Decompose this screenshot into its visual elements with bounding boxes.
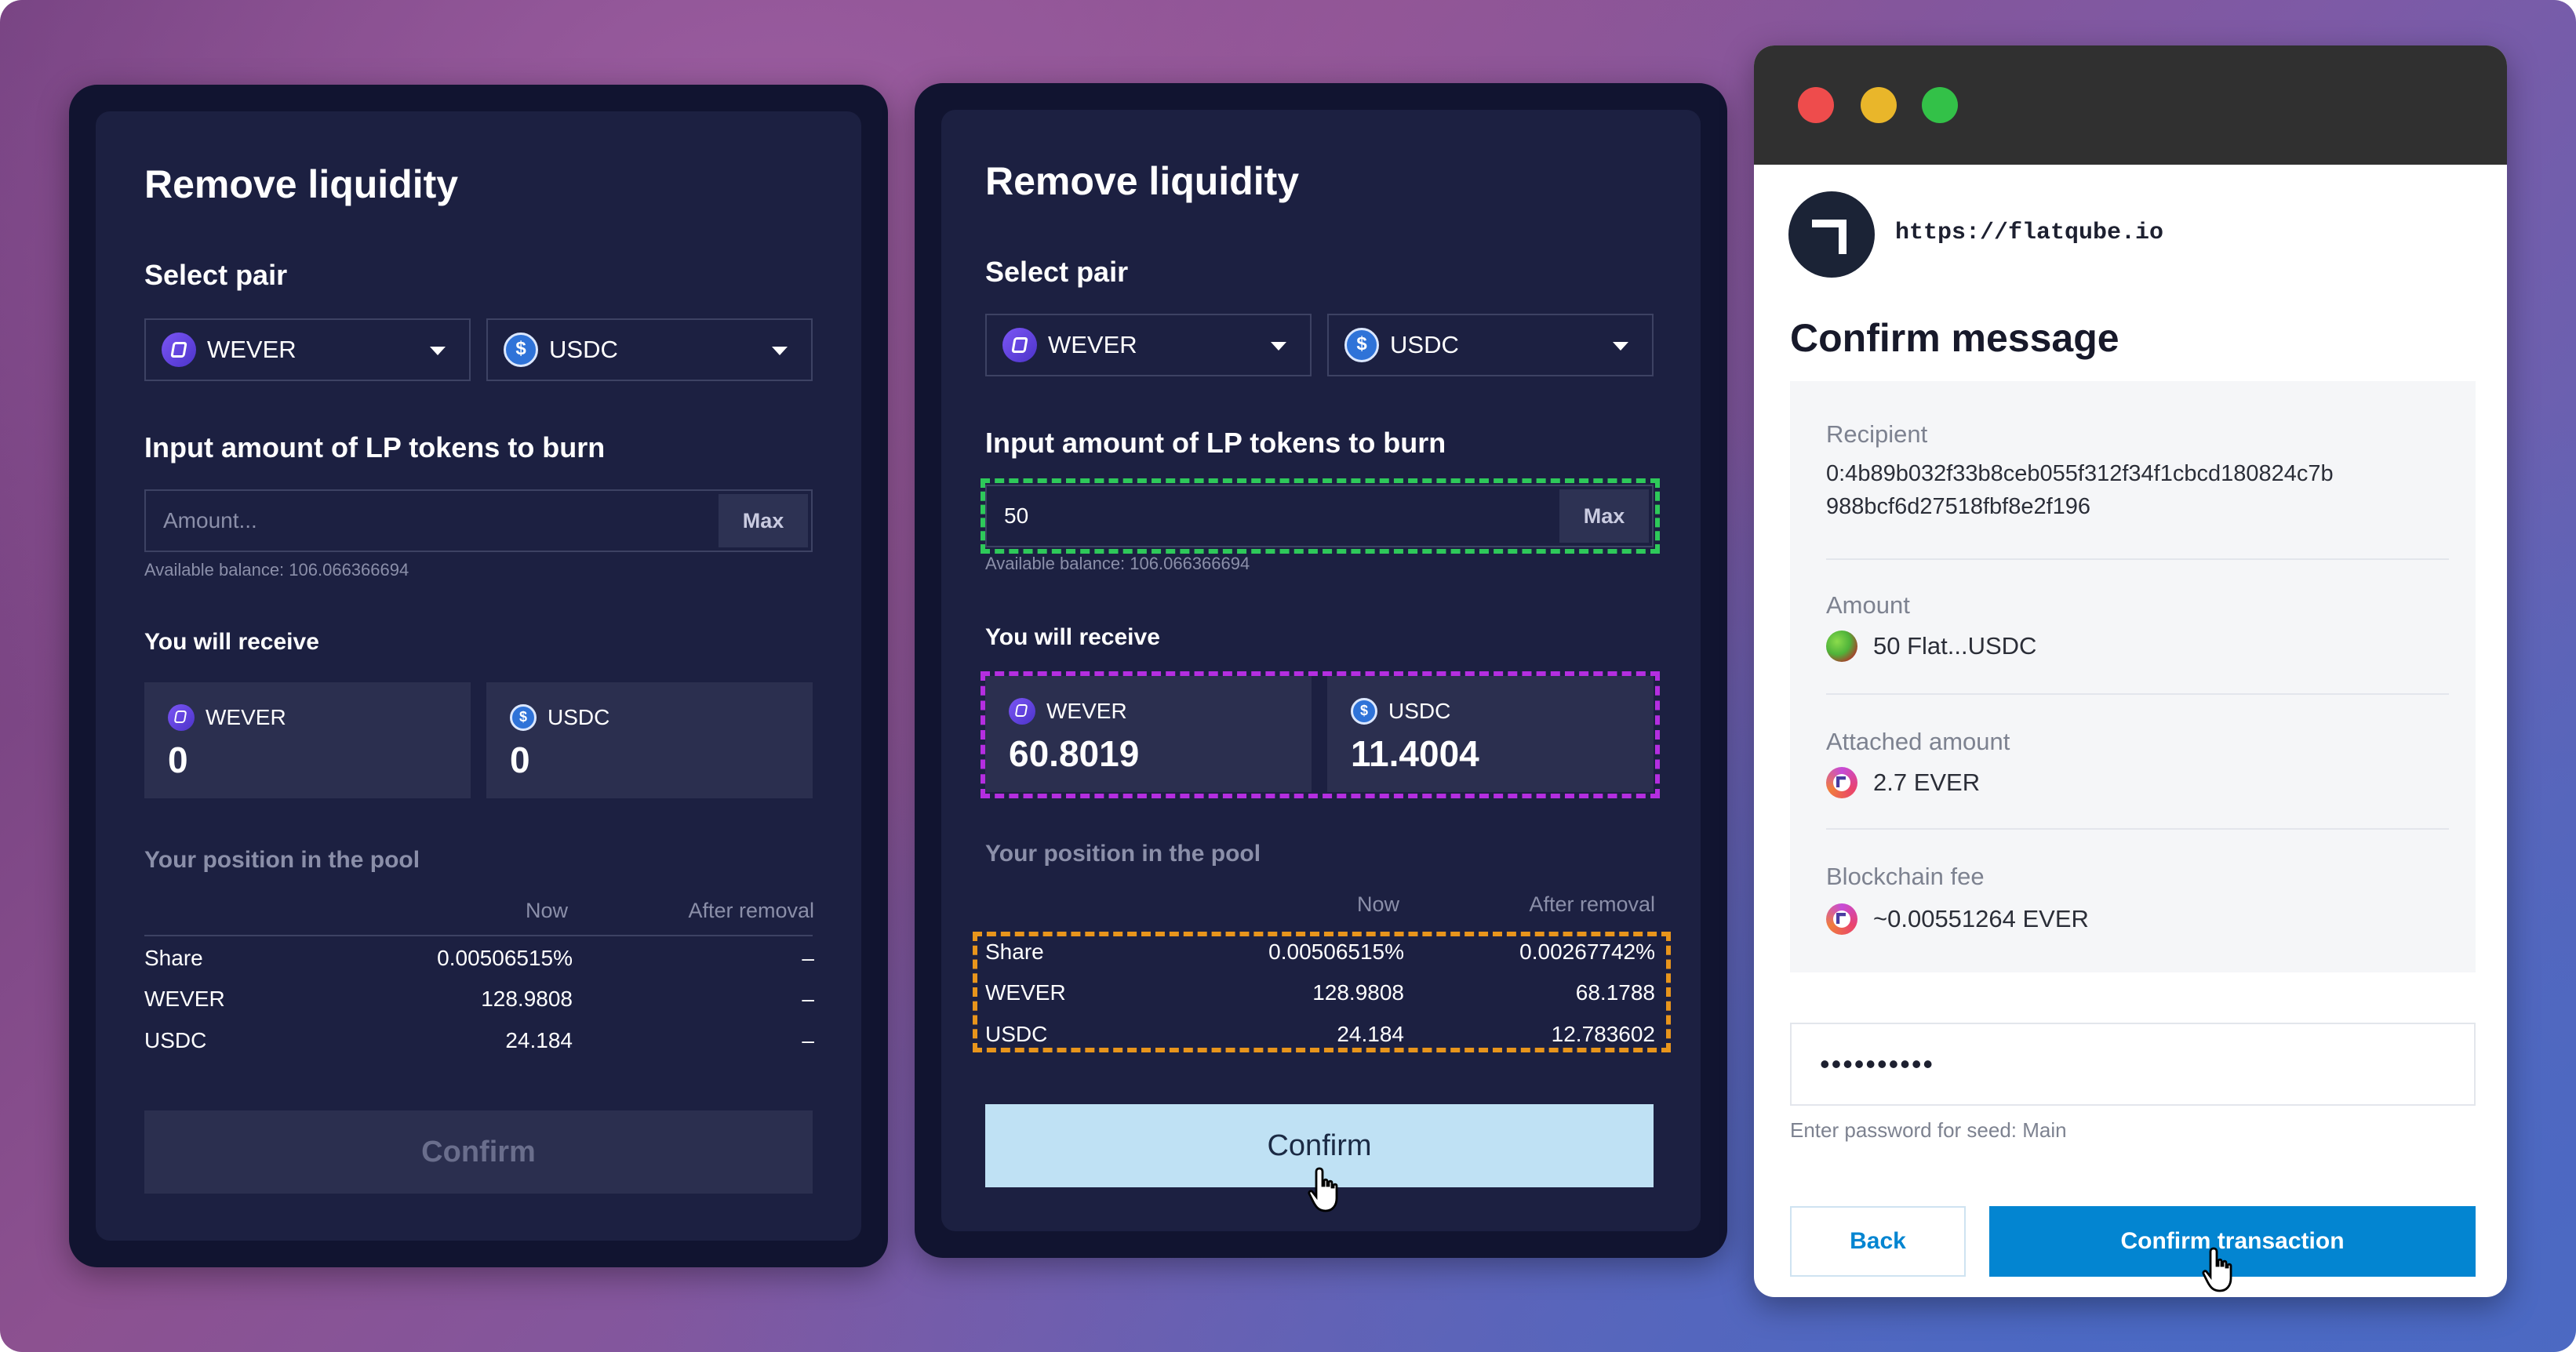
remove-liquidity-panel-filled: Remove liquidity Select pair WEVER USDC … — [915, 83, 1727, 1258]
row-label-wever: WEVER — [144, 987, 225, 1011]
col-after-removal: After removal — [688, 899, 814, 922]
back-button[interactable]: Back — [1790, 1206, 1966, 1277]
maximize-window-icon[interactable] — [1922, 87, 1958, 123]
receive-amount: 0 — [510, 740, 530, 780]
position-label: Your position in the pool — [144, 847, 420, 873]
site-url: https://flatqube.io — [1895, 220, 2164, 246]
lp-token-icon — [1826, 631, 1857, 662]
col-now: Now — [1356, 892, 1399, 916]
chevron-down-icon — [1613, 342, 1628, 351]
max-button[interactable]: Max — [719, 494, 808, 547]
amount-placeholder: Amount... — [163, 508, 257, 532]
window-titlebar — [1754, 45, 2507, 165]
attached-amount-value: 2.7 EVER — [1873, 769, 1981, 796]
token-b-label: USDC — [549, 336, 618, 363]
amount-highlight — [981, 478, 1660, 554]
usdc-icon — [504, 333, 538, 367]
wallet-confirm-window: https://flatqube.io Confirm message Reci… — [1754, 45, 2507, 1297]
password-value: •••••••••• — [1820, 1048, 1935, 1080]
chevron-down-icon — [1271, 342, 1286, 351]
token-b-select[interactable]: USDC — [1327, 314, 1654, 376]
row-label-usdc: USDC — [144, 1028, 207, 1052]
token-a-select[interactable]: WEVER — [985, 314, 1312, 376]
position-highlight — [973, 932, 1671, 1052]
receive-highlight — [981, 671, 1660, 798]
available-balance: Available balance: 106.066366694 — [985, 554, 1250, 573]
col-after-removal: After removal — [1529, 892, 1655, 916]
lp-amount-input[interactable]: Amount... Max — [144, 489, 813, 552]
chevron-down-icon — [772, 347, 788, 355]
token-a-label: WEVER — [207, 336, 297, 363]
usdc-icon — [510, 704, 537, 731]
password-hint: Enter password for seed: Main — [1790, 1118, 2067, 1142]
recipient-label: Recipient — [1826, 420, 1928, 448]
row-after-wever: – — [802, 987, 814, 1011]
ever-icon — [1826, 767, 1857, 798]
row-after-usdc: – — [802, 1028, 814, 1052]
row-now-share: 0.00506515% — [437, 946, 573, 970]
table-divider — [144, 935, 813, 936]
hand-cursor-icon — [1308, 1167, 1338, 1212]
receive-label: You will receive — [985, 624, 1160, 650]
select-pair-label: Select pair — [144, 259, 288, 291]
close-window-icon[interactable] — [1798, 87, 1834, 123]
token-a-label: WEVER — [1048, 331, 1137, 358]
wever-icon — [162, 333, 196, 367]
receive-card-wever: WEVER 0 — [144, 682, 471, 798]
wever-icon — [1002, 328, 1037, 362]
divider — [1826, 828, 2449, 830]
lp-input-label: Input amount of LP tokens to burn — [144, 431, 606, 463]
chevron-down-icon — [430, 347, 446, 355]
blockchain-fee-value: ~0.00551264 EVER — [1873, 905, 2089, 932]
ever-icon — [1826, 903, 1857, 935]
lp-input-label: Input amount of LP tokens to burn — [985, 427, 1446, 459]
stage: Remove liquidity Select pair WEVER USDC … — [0, 0, 2576, 1352]
token-b-select[interactable]: USDC — [486, 318, 813, 381]
flatqube-logo-icon — [1788, 191, 1875, 278]
amount-row: 50 Flat...USDC — [1826, 631, 2036, 662]
wever-icon — [168, 704, 195, 731]
recipient-address-line1: 0:4b89b032f33b8ceb055f312f34f1cbcd180824… — [1826, 461, 2334, 486]
receive-amount: 0 — [168, 740, 188, 780]
panel-title: Remove liquidity — [985, 159, 1300, 203]
minimize-window-icon[interactable] — [1861, 87, 1897, 123]
recipient-address-line2: 988bcf6d27518fbf8e2f196 — [1826, 494, 2091, 519]
hand-cursor-icon — [2202, 1247, 2232, 1292]
amount-label: Amount — [1826, 591, 1910, 619]
row-after-share: – — [802, 946, 814, 970]
receive-token: USDC — [548, 705, 610, 729]
col-now: Now — [525, 899, 568, 922]
blockchain-fee-label: Blockchain fee — [1826, 863, 1985, 890]
position-label: Your position in the pool — [985, 841, 1261, 867]
confirm-button-disabled[interactable]: Confirm — [144, 1110, 813, 1194]
usdc-icon — [1344, 328, 1379, 362]
select-pair-label: Select pair — [985, 256, 1129, 288]
amount-value: 50 Flat...USDC — [1873, 632, 2037, 660]
password-input[interactable]: •••••••••• — [1790, 1023, 2476, 1106]
row-now-wever: 128.9808 — [481, 987, 573, 1011]
panel-title: Remove liquidity — [144, 162, 459, 206]
divider — [1826, 693, 2449, 695]
fee-row: ~0.00551264 EVER — [1826, 903, 2089, 935]
divider — [1826, 558, 2449, 560]
receive-token: WEVER — [206, 705, 286, 729]
remove-liquidity-panel-empty: Remove liquidity Select pair WEVER USDC … — [69, 85, 888, 1267]
confirm-message-heading: Confirm message — [1790, 316, 2119, 360]
row-now-usdc: 24.184 — [505, 1028, 573, 1052]
attached-amount-label: Attached amount — [1826, 728, 2010, 755]
attached-row: 2.7 EVER — [1826, 767, 1980, 798]
token-a-select[interactable]: WEVER — [144, 318, 471, 381]
row-label-share: Share — [144, 946, 203, 970]
token-b-label: USDC — [1390, 331, 1459, 358]
receive-label: You will receive — [144, 629, 319, 655]
receive-card-usdc: USDC 0 — [486, 682, 813, 798]
available-balance: Available balance: 106.066366694 — [144, 560, 409, 580]
